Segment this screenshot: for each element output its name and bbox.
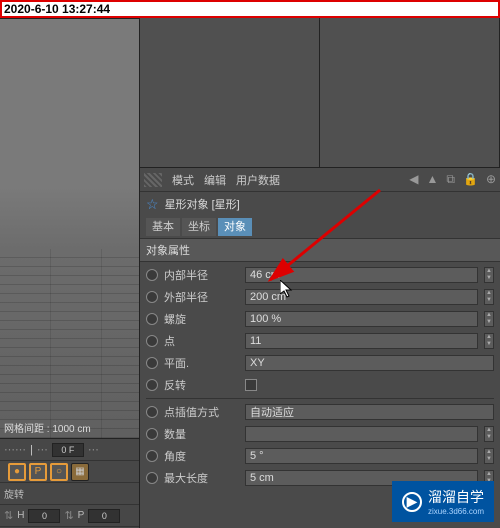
stepper-icon[interactable]: ⇅: [64, 509, 73, 522]
properties-list: 内部半径 ▲▼ 外部半径 ▲▼ 螺旋 ▲▼ 点 ▲▼: [140, 262, 500, 491]
interp-label: 点插值方式: [164, 404, 239, 420]
reverse-label: 反转: [164, 377, 239, 393]
left-column: 网格间距 : 1000 cm ⋯⋯ | ⋯ ⋯ ● P ○ ▦ 旋转: [0, 18, 140, 528]
attribute-tabs: 基本 坐标 对象: [140, 216, 500, 238]
timestamp: 2020-6-10 13:27:44: [4, 2, 110, 16]
inner-radius-field[interactable]: [245, 267, 478, 283]
twist-field[interactable]: [245, 311, 478, 327]
record-icon[interactable]: ●: [8, 463, 26, 481]
points-label: 点: [164, 333, 239, 349]
star-icon: ☆: [146, 196, 159, 213]
angle-field[interactable]: [245, 448, 478, 464]
tab-basic[interactable]: 基本: [146, 218, 180, 236]
angle-label: 角度: [164, 448, 239, 464]
h-axis-label: H: [17, 510, 24, 521]
stepper-icon[interactable]: ⇅: [4, 509, 13, 522]
viewport-pane[interactable]: [320, 18, 500, 167]
anim-dot-icon[interactable]: [146, 313, 158, 325]
timeline-divider-icon: |: [30, 444, 33, 456]
object-header: ☆ 星形对象 [星形]: [140, 192, 500, 216]
count-label: 数量: [164, 426, 239, 442]
lock-icon[interactable]: 🔒: [463, 172, 478, 187]
grip-icon[interactable]: [144, 173, 162, 187]
userdata-menu[interactable]: 用户数据: [236, 172, 280, 188]
edit-menu[interactable]: 编辑: [204, 172, 226, 188]
prop-angle: 角度 ▲▼: [140, 445, 500, 467]
prop-points: 点 ▲▼: [140, 330, 500, 352]
prop-count: 数量 ▲▼: [140, 423, 500, 445]
section-object-properties: 对象属性: [140, 238, 500, 262]
viewport-perspective[interactable]: 网格间距 : 1000 cm: [0, 18, 139, 438]
object-name-label: 星形对象 [星形]: [165, 196, 240, 212]
anim-dot-icon[interactable]: [146, 291, 158, 303]
maxlen-label: 最大长度: [164, 470, 239, 486]
nav-up-icon[interactable]: ▲: [427, 172, 439, 187]
viewport-pane[interactable]: [140, 18, 320, 167]
spinner-icon[interactable]: ▲▼: [484, 333, 494, 349]
tab-coord[interactable]: 坐标: [182, 218, 216, 236]
prop-plane: 平面.: [140, 352, 500, 374]
fps-field[interactable]: [52, 443, 84, 457]
spinner-icon[interactable]: ▲▼: [484, 426, 494, 442]
attribute-toolbar: 模式 编辑 用户数据 ◀ ▲ ⧉ 🔒 ⊕: [140, 168, 500, 192]
prop-outer-radius: 外部半径 ▲▼: [140, 286, 500, 308]
watermark-badge: ▶ 溜溜自学 zixue.3d66.com: [392, 481, 494, 522]
anim-dot-icon[interactable]: [146, 428, 158, 440]
prop-interpolation: 点插值方式: [140, 401, 500, 423]
position-key-icon[interactable]: P: [29, 463, 47, 481]
divider: [146, 398, 494, 399]
spinner-icon[interactable]: ▲▼: [484, 267, 494, 283]
h-value-field[interactable]: [28, 509, 60, 523]
mode-menu[interactable]: 模式: [172, 172, 194, 188]
timeline-dots-icon: ⋯: [37, 443, 48, 456]
p-value-field[interactable]: [88, 509, 120, 523]
anim-dot-icon[interactable]: [146, 450, 158, 462]
anim-dot-icon[interactable]: [146, 406, 158, 418]
anim-dot-icon[interactable]: [146, 379, 158, 391]
top-viewport-split: [140, 18, 500, 168]
anim-dot-icon[interactable]: [146, 335, 158, 347]
watermark-brand: 溜溜自学: [428, 487, 484, 507]
anim-dot-icon[interactable]: [146, 472, 158, 484]
prop-inner-radius: 内部半径 ▲▼: [140, 264, 500, 286]
anim-dot-icon[interactable]: [146, 357, 158, 369]
plane-field[interactable]: [245, 355, 494, 371]
frame-strip-icon[interactable]: ▦: [71, 463, 89, 481]
outer-radius-field[interactable]: [245, 289, 478, 305]
interp-field[interactable]: [245, 404, 494, 420]
viewport-grid-status: 网格间距 : 1000 cm: [4, 420, 91, 435]
watermark-url: zixue.3d66.com: [428, 507, 484, 516]
outer-radius-label: 外部半径: [164, 289, 239, 305]
p-axis-label: P: [78, 510, 85, 521]
prop-twist: 螺旋 ▲▼: [140, 308, 500, 330]
tab-object[interactable]: 对象: [218, 218, 252, 236]
rotate-label: 旋转: [4, 486, 24, 501]
spinner-icon[interactable]: ▲▼: [484, 311, 494, 327]
count-field[interactable]: [245, 426, 478, 442]
scale-key-icon[interactable]: ○: [50, 463, 68, 481]
timeline-dots-icon: ⋯: [88, 443, 99, 456]
nav-prev-icon[interactable]: ◀: [409, 172, 418, 187]
menu-icon[interactable]: ⊕: [486, 172, 496, 187]
points-field[interactable]: [245, 333, 478, 349]
timeline-panel: ⋯⋯ | ⋯ ⋯ ● P ○ ▦ 旋转 ⇅ H ⇅: [0, 438, 139, 528]
right-column: 模式 编辑 用户数据 ◀ ▲ ⧉ 🔒 ⊕ ☆ 星形对象 [星形] 基本 坐标 对…: [140, 18, 500, 528]
nav-collapse-icon[interactable]: ⧉: [446, 172, 455, 187]
prop-reverse: 反转: [140, 374, 500, 396]
reverse-checkbox[interactable]: [245, 379, 257, 391]
anim-dot-icon[interactable]: [146, 269, 158, 281]
app-container: 网格间距 : 1000 cm ⋯⋯ | ⋯ ⋯ ● P ○ ▦ 旋转: [0, 0, 500, 528]
plane-label: 平面.: [164, 355, 239, 371]
play-icon: ▶: [402, 492, 422, 512]
spinner-icon[interactable]: ▲▼: [484, 289, 494, 305]
spinner-icon[interactable]: ▲▼: [484, 448, 494, 464]
inner-radius-label: 内部半径: [164, 267, 239, 283]
twist-label: 螺旋: [164, 311, 239, 327]
timeline-dots-icon: ⋯⋯: [4, 443, 26, 456]
